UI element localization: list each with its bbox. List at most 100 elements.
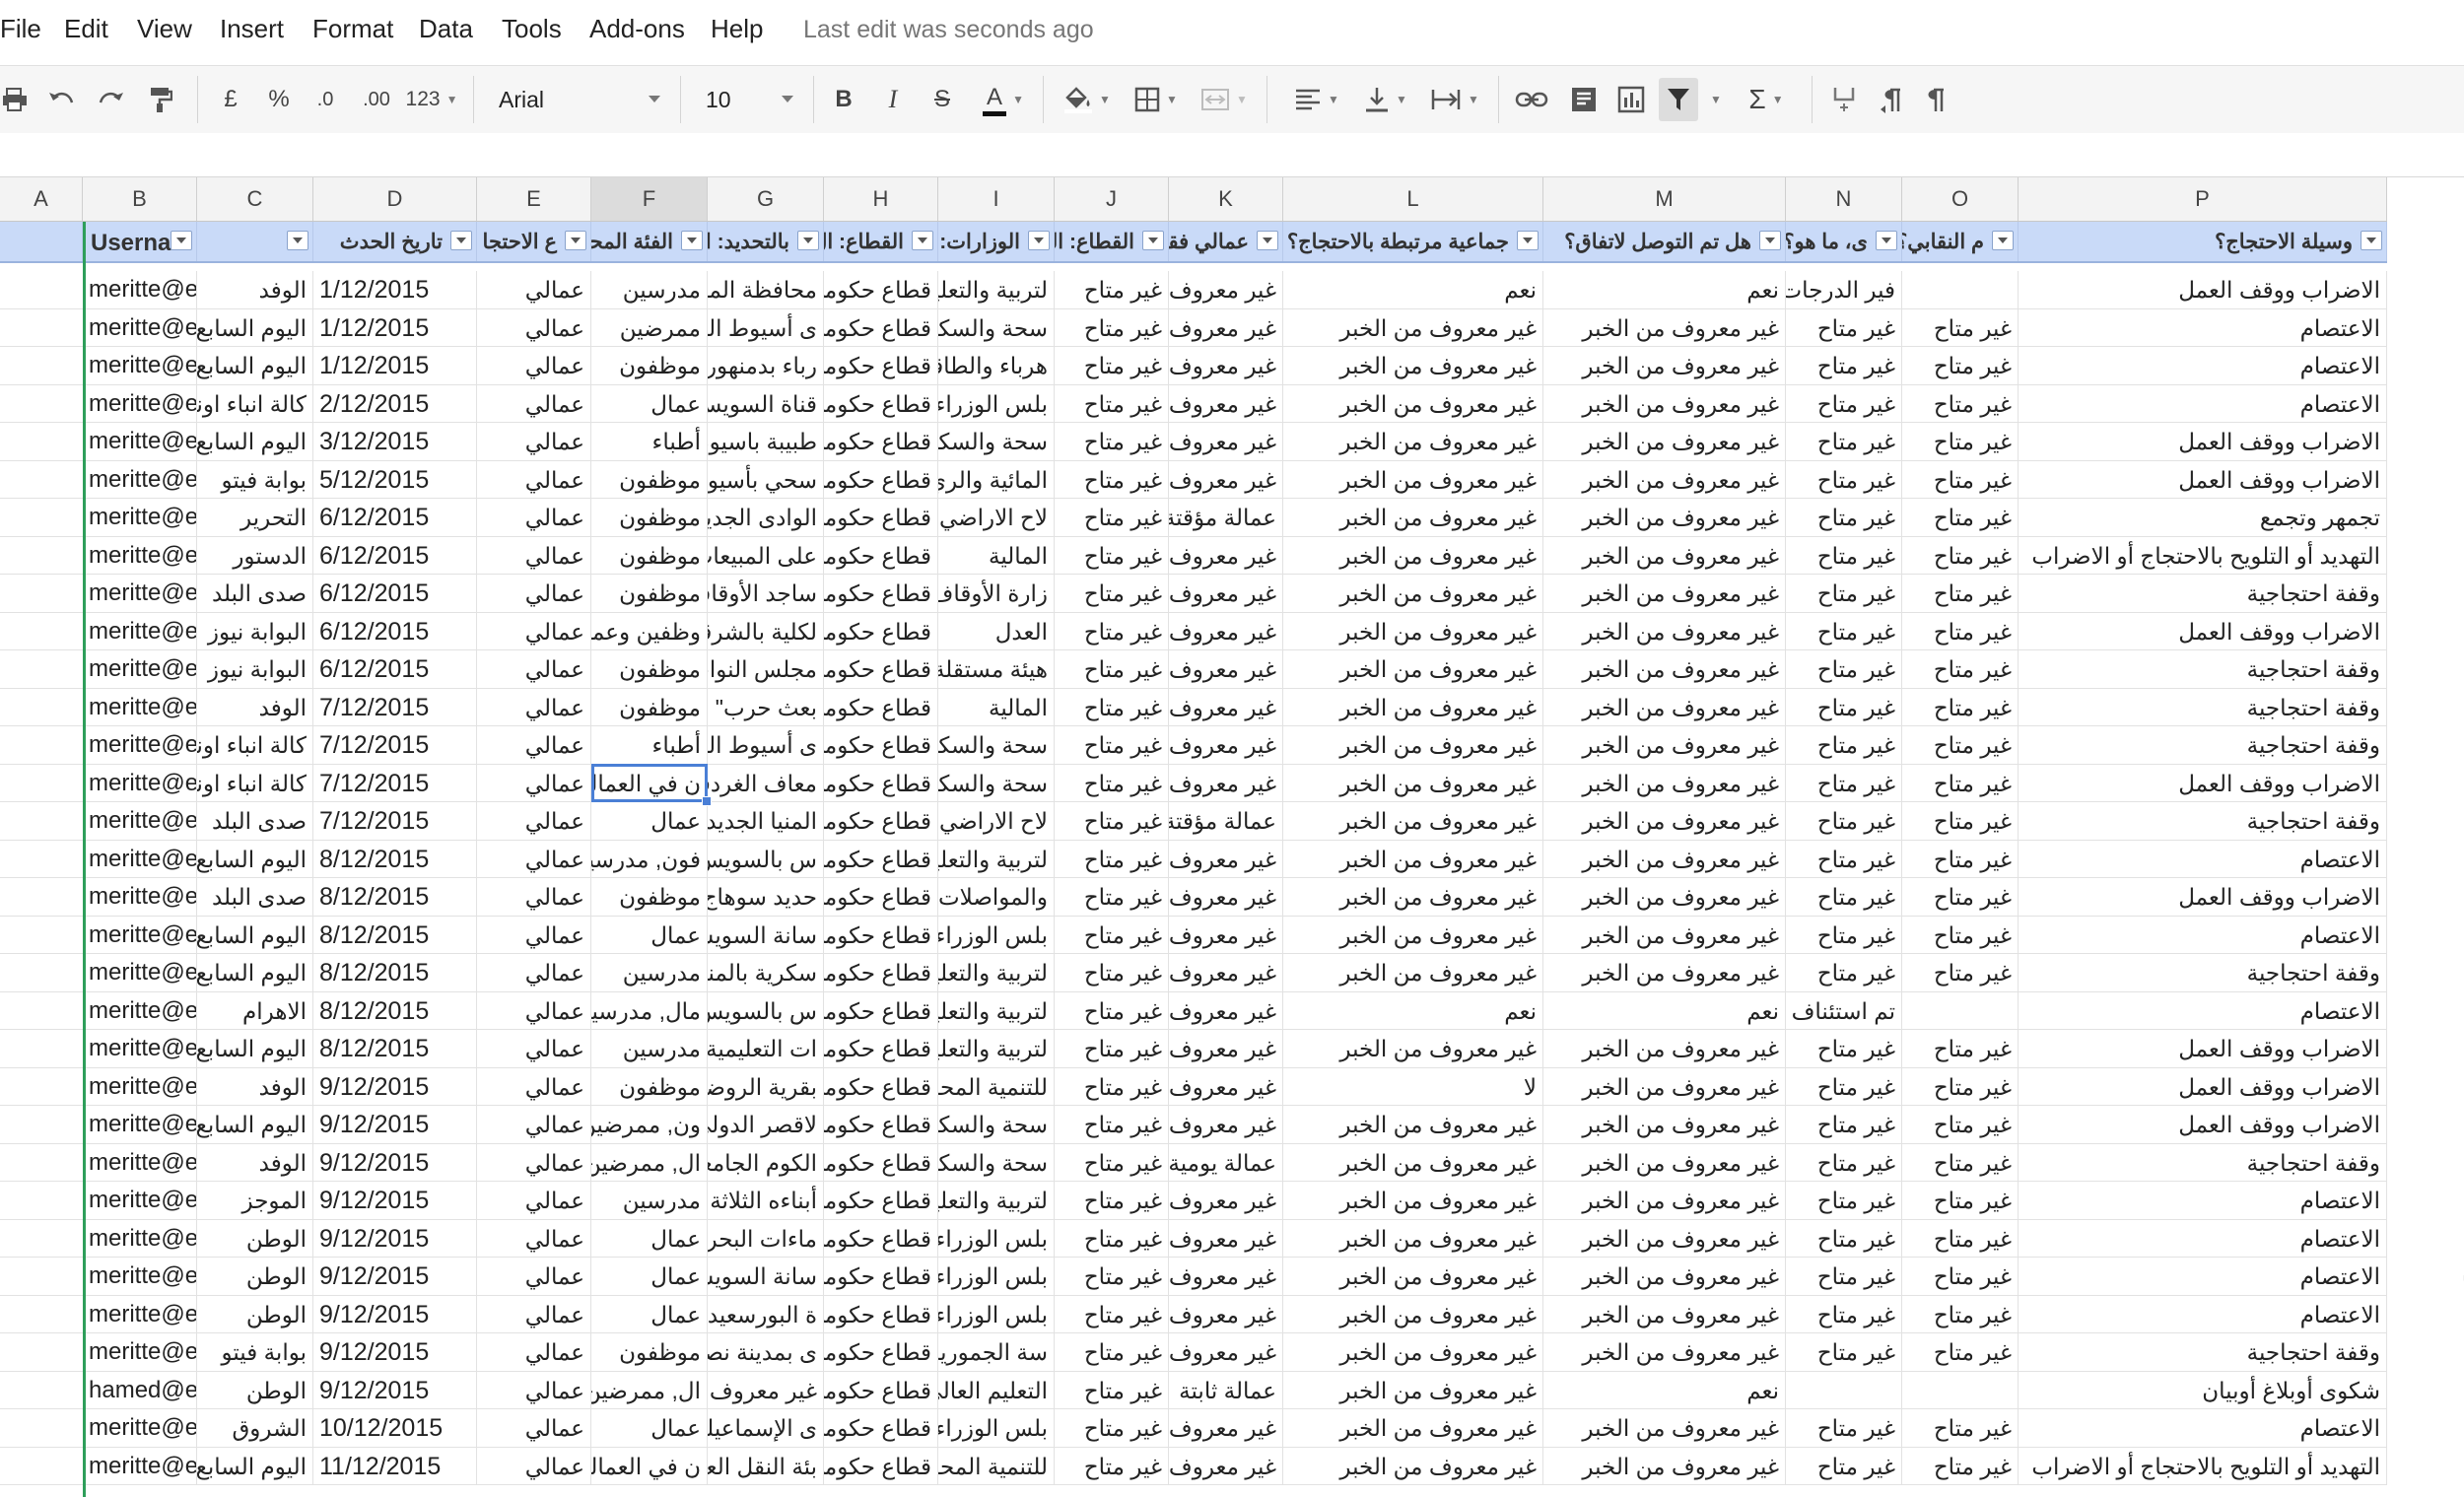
cell-j[interactable]: غير متاح xyxy=(1055,764,1169,802)
cell-e[interactable]: عمالي xyxy=(477,1030,591,1068)
cell-m[interactable]: غير معروف من الخبر xyxy=(1543,1447,1786,1485)
cell-o[interactable]: غير متاح xyxy=(1902,460,2019,499)
cell-i[interactable]: للتنمية المحلية xyxy=(938,1447,1055,1485)
cell-h[interactable]: قطاع حكومي xyxy=(824,1258,938,1296)
cell-g[interactable]: معاف الغردقة xyxy=(708,764,824,802)
cell-m[interactable]: نعم xyxy=(1543,271,1786,309)
cell-f[interactable]: عمال xyxy=(591,384,708,423)
cell-f[interactable]: موظفون xyxy=(591,688,708,726)
cell-i[interactable]: بلس الوزراء xyxy=(938,384,1055,423)
cell-k[interactable]: غير معروف xyxy=(1169,1409,1283,1448)
cell-f[interactable]: مال, مدرسين xyxy=(591,991,708,1030)
cell-l[interactable]: غير معروف من الخبر xyxy=(1283,840,1543,878)
cell-c[interactable]: الموجز xyxy=(197,1182,313,1220)
cell-d[interactable]: 6/12/2015 xyxy=(313,575,477,613)
cell-k[interactable]: غير معروف xyxy=(1169,1295,1283,1333)
cell-p[interactable]: الاعتصام xyxy=(2019,1182,2387,1220)
cell-p[interactable]: الاضراب ووقف العمل xyxy=(2019,612,2387,650)
header-cell-l[interactable]: جماعية مرتبطة بالاحتجاج؟ xyxy=(1283,222,1543,261)
cell-c[interactable]: الوفد xyxy=(197,688,313,726)
column-header-g[interactable]: G xyxy=(708,177,824,221)
cell-c[interactable]: الوطن xyxy=(197,1371,313,1409)
cell-l[interactable]: غير معروف من الخبر xyxy=(1283,1106,1543,1144)
cell-d[interactable]: 6/12/2015 xyxy=(313,499,477,537)
cell-f[interactable]: موظفون xyxy=(591,1333,708,1372)
cell-p[interactable]: الاعتصام xyxy=(2019,1409,2387,1448)
column-header-m[interactable]: M xyxy=(1543,177,1786,221)
cell-p[interactable]: التهديد أو التلويح بالاحتجاج أو الاضراب xyxy=(2019,536,2387,575)
cell-d[interactable]: 9/12/2015 xyxy=(313,1219,477,1258)
cell-p[interactable]: وقفة احتجاجية xyxy=(2019,954,2387,992)
cell-p[interactable]: وقفة احتجاجية xyxy=(2019,1333,2387,1372)
italic-button[interactable]: I xyxy=(879,78,907,121)
cell-m[interactable]: غير معروف من الخبر xyxy=(1543,308,1786,347)
cell-j[interactable]: غير متاح xyxy=(1055,271,1169,309)
cell-f[interactable]: عمال xyxy=(591,802,708,841)
cell-l[interactable]: غير معروف من الخبر xyxy=(1283,347,1543,385)
cell-h[interactable]: قطاع حكومي xyxy=(824,384,938,423)
cell-o[interactable] xyxy=(1902,271,2019,309)
cell-i[interactable]: زارة الأوقاف xyxy=(938,575,1055,613)
header-cell-j[interactable]: القطاع: الد xyxy=(1055,222,1169,261)
cell-l[interactable]: غير معروف من الخبر xyxy=(1283,1258,1543,1296)
filter-dropdown-icon[interactable] xyxy=(287,231,308,250)
cell-c[interactable]: الوفد xyxy=(197,1143,313,1182)
cell-c[interactable]: اليوم السابع xyxy=(197,916,313,954)
cell-p[interactable]: الاضراب ووقف العمل xyxy=(2019,764,2387,802)
cell-e[interactable]: عمالي xyxy=(477,1409,591,1448)
column-header-k[interactable]: K xyxy=(1169,177,1283,221)
cell-c[interactable]: الوطن xyxy=(197,1219,313,1258)
cell-f[interactable]: وظفين وعمال xyxy=(591,612,708,650)
cell-f[interactable]: عمال xyxy=(591,1295,708,1333)
header-cell-b[interactable]: Userna xyxy=(83,222,197,261)
cell-e[interactable]: عمالي xyxy=(477,1447,591,1485)
cell-f[interactable]: ممرضين xyxy=(591,308,708,347)
cell-l[interactable]: غير معروف من الخبر xyxy=(1283,308,1543,347)
cell-h[interactable]: قطاع حكومي xyxy=(824,499,938,537)
cell-p[interactable]: الاعتصام xyxy=(2019,1295,2387,1333)
cell-a[interactable] xyxy=(0,1144,83,1182)
paint-format-icon[interactable] xyxy=(146,78,175,121)
cell-m[interactable]: غير معروف من الخبر xyxy=(1543,802,1786,841)
cell-d[interactable]: 2/12/2015 xyxy=(313,384,477,423)
cell-k[interactable]: غير معروف xyxy=(1169,991,1283,1030)
cell-p[interactable]: الاعتصام xyxy=(2019,308,2387,347)
filter-dropdown-icon[interactable] xyxy=(1876,231,1897,250)
menu-help[interactable]: Help xyxy=(711,14,763,44)
cell-f[interactable]: موظفون xyxy=(591,575,708,613)
cell-g[interactable]: حديد سوهاج xyxy=(708,878,824,917)
cell-i[interactable]: لاح الاراضي xyxy=(938,802,1055,841)
column-header-o[interactable]: O xyxy=(1902,177,2019,221)
cell-p[interactable]: وقفة احتجاجية xyxy=(2019,726,2387,765)
cell-j[interactable]: غير متاح xyxy=(1055,1030,1169,1068)
column-header-l[interactable]: L xyxy=(1283,177,1543,221)
cell-b[interactable]: meritte@e xyxy=(83,764,197,802)
cell-m[interactable]: غير معروف من الخبر xyxy=(1543,916,1786,954)
cell-a[interactable] xyxy=(0,423,83,461)
cell-j[interactable]: غير متاح xyxy=(1055,423,1169,461)
cell-p[interactable]: الاضراب ووقف العمل xyxy=(2019,423,2387,461)
cell-f[interactable]: عمال xyxy=(591,916,708,954)
menu-view[interactable]: View xyxy=(137,14,192,44)
cell-d[interactable]: 5/12/2015 xyxy=(313,460,477,499)
cell-f[interactable]: مدرسين xyxy=(591,954,708,992)
cell-m[interactable]: نعم xyxy=(1543,1371,1786,1409)
cell-h[interactable]: قطاع حكومي xyxy=(824,1143,938,1182)
filter-dropdown-icon[interactable] xyxy=(797,231,819,250)
cell-l[interactable]: غير معروف من الخبر xyxy=(1283,916,1543,954)
column-header-b[interactable]: B xyxy=(83,177,197,221)
cell-b[interactable]: meritte@e xyxy=(83,347,197,385)
cell-b[interactable]: meritte@e xyxy=(83,878,197,917)
cell-m[interactable]: غير معروف من الخبر xyxy=(1543,1182,1786,1220)
cell-b[interactable]: meritte@e xyxy=(83,308,197,347)
cell-l[interactable]: غير معروف من الخبر xyxy=(1283,878,1543,917)
cell-a[interactable] xyxy=(0,1182,83,1220)
cell-b[interactable]: meritte@e xyxy=(83,612,197,650)
cell-m[interactable]: غير معروف من الخبر xyxy=(1543,954,1786,992)
cell-p[interactable]: تجمهر وتجمع xyxy=(2019,499,2387,537)
merge-icon[interactable]: ▼ xyxy=(1195,78,1254,121)
cell-p[interactable]: الاعتصام xyxy=(2019,384,2387,423)
cell-g[interactable]: لاقصر الدولي xyxy=(708,1106,824,1144)
cell-i[interactable]: سحة والسكان xyxy=(938,1106,1055,1144)
cell-e[interactable]: عمالي xyxy=(477,575,591,613)
